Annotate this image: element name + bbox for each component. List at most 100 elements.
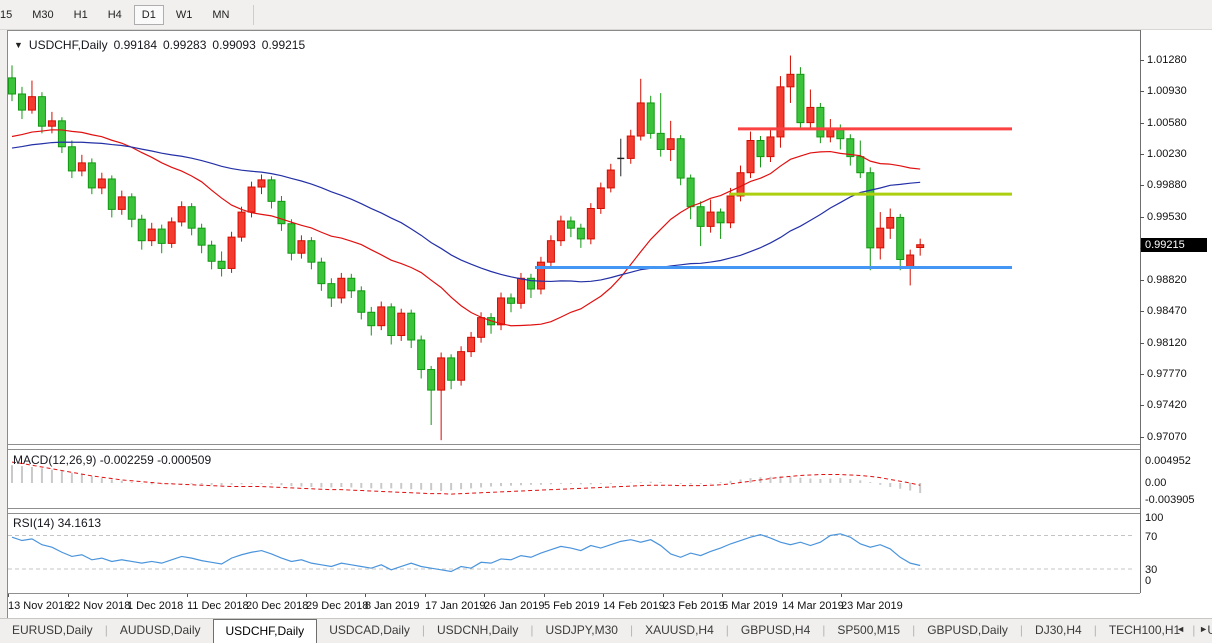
timeframe-button-d1[interactable]: D1: [134, 5, 164, 25]
time-tick: [782, 594, 783, 597]
price-tick: [1140, 437, 1144, 438]
chart-tab-eurusd-daily[interactable]: EURUSD,Daily: [0, 619, 105, 643]
price-axis-label: 0.97770: [1147, 368, 1187, 380]
date-axis-label: 1 Dec 2018: [127, 600, 183, 612]
timeframe-button-15[interactable]: 15: [0, 5, 20, 25]
macd-axis-label: 0.004952: [1145, 455, 1191, 467]
timeframe-button-h1[interactable]: H1: [66, 5, 96, 25]
chart-tab-usdjpy-m30[interactable]: USDJPY,M30: [533, 619, 629, 643]
tab-scroll-buttons: ◄ ►: [1176, 624, 1208, 634]
date-axis-label: 5 Feb 2019: [544, 600, 600, 612]
date-axis-label: 22 Nov 2018: [68, 600, 130, 612]
time-tick: [544, 594, 545, 597]
time-tick: [306, 594, 307, 597]
chart-tab-sp500-m15[interactable]: SP500,M15: [825, 619, 912, 643]
date-axis-label: 17 Jan 2019: [425, 600, 486, 612]
ohlc-open: 0.99184: [114, 38, 157, 52]
price-tick: [1140, 123, 1144, 124]
symbol-dropdown-icon[interactable]: ▼: [14, 40, 23, 50]
price-axis-label: 0.97070: [1147, 431, 1187, 443]
price-tick: [1140, 374, 1144, 375]
price-tick: [1140, 185, 1144, 186]
date-axis-label: 20 Dec 2018: [246, 600, 308, 612]
time-tick: [841, 594, 842, 597]
chart-tab-bar: EURUSD,Daily|AUDUSD,DailyUSDCHF,DailyUSD…: [0, 618, 1212, 643]
time-tick: [8, 594, 9, 597]
price-axis-label: 1.00230: [1147, 148, 1187, 160]
macd-axis-label: 0.00: [1145, 477, 1166, 489]
chart-tab-usdchf-daily[interactable]: USDCHF,Daily: [213, 619, 318, 643]
pane-divider-macd[interactable]: [8, 444, 1140, 450]
date-axis-label: 5 Mar 2019: [722, 600, 778, 612]
price-axis-label: 0.98820: [1147, 274, 1187, 286]
chart-tab-xauusd-h4[interactable]: XAUUSD,H4: [633, 619, 726, 643]
rsi-axis-label: 70: [1145, 531, 1157, 543]
rsi-axis-label: 100: [1145, 512, 1163, 524]
chart-tab-gbpusd-daily[interactable]: GBPUSD,Daily: [915, 619, 1020, 643]
date-axis-label: 29 Dec 2018: [306, 600, 368, 612]
price-tick: [1140, 405, 1144, 406]
toolbar-separator: [253, 5, 254, 25]
price-tick: [1140, 154, 1144, 155]
timeframe-button-m30[interactable]: M30: [24, 5, 61, 25]
ohlc-close: 0.99215: [262, 38, 305, 52]
time-tick: [187, 594, 188, 597]
candles-layer: [9, 56, 924, 441]
rsi-pane: [8, 534, 1132, 572]
price-axis-label: 0.98470: [1147, 305, 1187, 317]
price-chart-canvas[interactable]: [8, 30, 1140, 617]
time-tick: [246, 594, 247, 597]
current-price-box: 0.99215: [1141, 238, 1207, 252]
tab-scroll-left-icon[interactable]: ◄: [1176, 624, 1185, 634]
pane-divider-rsi[interactable]: [8, 508, 1140, 514]
date-axis-label: 13 Nov 2018: [8, 600, 70, 612]
time-tick: [68, 594, 69, 597]
price-tick: [1140, 280, 1144, 281]
chart-tab-dj30-h4[interactable]: DJ30,H4: [1023, 619, 1094, 643]
chart-tab-audusd-daily[interactable]: AUDUSD,Daily: [108, 619, 213, 643]
ma-fast-line: [12, 130, 920, 326]
chart-tab-usdcnh-daily[interactable]: USDCNH,Daily: [425, 619, 530, 643]
time-tick: [663, 594, 664, 597]
time-tick: [425, 594, 426, 597]
date-axis-label: 26 Jan 2019: [484, 600, 545, 612]
price-axis-label: 0.99880: [1147, 179, 1187, 191]
chart-tab-usdcad-daily[interactable]: USDCAD,Daily: [317, 619, 422, 643]
date-axis-label: 23 Mar 2019: [841, 600, 903, 612]
macd-indicator-label: MACD(12,26,9) -0.002259 -0.000509: [13, 453, 211, 467]
ohlc-low: 0.99093: [212, 38, 255, 52]
price-axis-label: 0.99530: [1147, 211, 1187, 223]
time-tick: [365, 594, 366, 597]
date-axis-label: 14 Feb 2019: [603, 600, 665, 612]
rsi-indicator-label: RSI(14) 34.1613: [13, 516, 101, 530]
tab-scroll-right-icon[interactable]: ►: [1199, 624, 1208, 634]
price-axis-label: 0.97420: [1147, 399, 1187, 411]
timeframe-toolbar: 15M30H1H4D1W1MN: [0, 0, 1212, 30]
chart-symbol-label: USDCHF,Daily: [29, 38, 108, 52]
chart-tab-gbpusd-h4[interactable]: GBPUSD,H4: [729, 619, 822, 643]
price-axis-label: 1.00930: [1147, 85, 1187, 97]
price-tick: [1140, 91, 1144, 92]
price-tick: [1140, 311, 1144, 312]
time-tick: [603, 594, 604, 597]
date-axis-label: 14 Mar 2019: [782, 600, 844, 612]
time-tick: [127, 594, 128, 597]
time-tick: [484, 594, 485, 597]
macd-axis-label: -0.003905: [1145, 494, 1195, 506]
price-axis-label: 0.98120: [1147, 337, 1187, 349]
date-axis-label: 11 Dec 2018: [187, 600, 249, 612]
timeframe-button-w1[interactable]: W1: [168, 5, 201, 25]
ohlc-high: 0.99283: [163, 38, 206, 52]
timeframe-button-h4[interactable]: H4: [100, 5, 130, 25]
price-tick: [1140, 343, 1144, 344]
price-axis-label: 1.00580: [1147, 117, 1187, 129]
rsi-line: [12, 534, 920, 572]
price-axis-label: 1.01280: [1147, 54, 1187, 66]
price-tick: [1140, 60, 1144, 61]
rsi-axis-label: 0: [1145, 575, 1151, 587]
price-tick: [1140, 217, 1144, 218]
date-axis-label: 8 Jan 2019: [365, 600, 419, 612]
time-tick: [722, 594, 723, 597]
timeframe-button-mn[interactable]: MN: [204, 5, 237, 25]
date-axis-label: 23 Feb 2019: [663, 600, 725, 612]
